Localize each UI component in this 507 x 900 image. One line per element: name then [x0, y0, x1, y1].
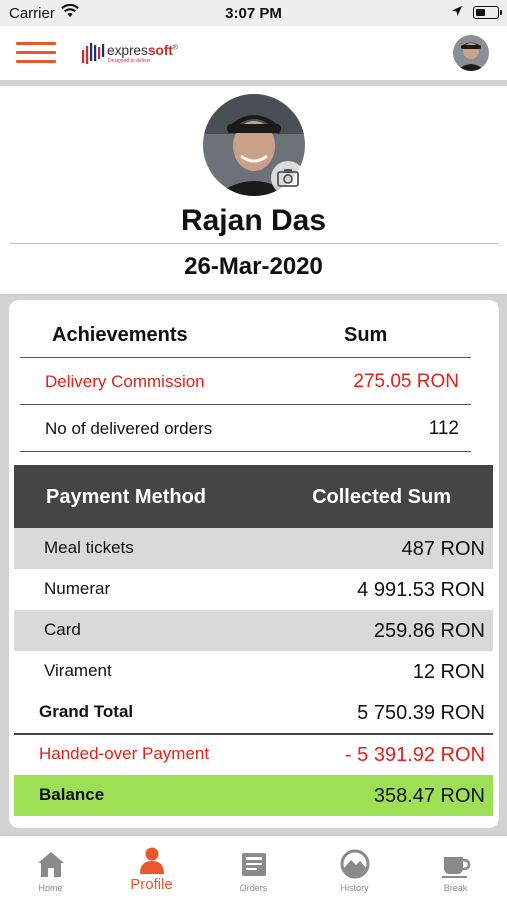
grand-total-row: Grand Total 5 750.39 RON	[14, 692, 493, 733]
payment-method-header: Payment Method Collected Sum	[14, 465, 493, 528]
bottom-tab-bar: Home Profile Orders History Break	[0, 835, 507, 900]
battery-level	[476, 9, 485, 16]
row-value: 259.86 RON	[373, 620, 485, 642]
tab-break[interactable]: Break	[405, 836, 506, 900]
grand-total-label: Grand Total	[39, 702, 134, 721]
battery-icon	[473, 6, 502, 19]
divider	[10, 243, 498, 244]
clock: 3:07 PM	[225, 5, 282, 22]
profile-date: 26-Mar-2020	[184, 253, 323, 280]
sum-column-header: Sum	[344, 324, 388, 346]
tab-label: Home	[38, 883, 63, 893]
balance-label: Balance	[39, 785, 105, 804]
table-row: Card 259.86 RON	[14, 610, 493, 651]
balance-value: 358.47 RON	[373, 785, 485, 807]
handed-over-value: - 5 391.92 RON	[344, 744, 485, 766]
logo-mark-icon	[82, 43, 105, 64]
handed-over-label: Handed-over Payment	[39, 744, 210, 763]
camera-icon[interactable]	[270, 160, 306, 196]
history-icon	[340, 849, 369, 879]
achievements-column-header: Achievements	[52, 324, 188, 346]
payment-method-column-header: Payment Method	[46, 486, 207, 508]
hamburger-icon[interactable]	[16, 40, 56, 64]
tab-label: History	[340, 883, 369, 893]
row-value: 487 RON	[401, 538, 485, 560]
profile-header: Rajan Das 26-Mar-2020	[0, 86, 507, 294]
row-value: 112	[428, 418, 459, 439]
tab-label: Profile	[130, 876, 173, 893]
grand-total-value: 5 750.39 RON	[357, 702, 485, 724]
balance-row: Balance 358.47 RON	[14, 775, 493, 816]
tab-orders[interactable]: Orders	[203, 836, 304, 900]
row-label: Delivery Commission	[45, 372, 205, 391]
tab-label: Orders	[239, 883, 268, 893]
coffee-cup-icon	[441, 857, 470, 878]
row-label: No of delivered orders	[45, 419, 213, 438]
table-row: Delivery Commission 275.05 RON	[20, 358, 471, 405]
profile-icon	[139, 847, 164, 874]
home-icon	[37, 852, 64, 877]
row-value: 4 991.53 RON	[357, 579, 485, 601]
table-row: No of delivered orders 112	[20, 405, 471, 452]
table-row: Numerar 4 991.53 RON	[14, 569, 493, 610]
orders-icon	[241, 853, 266, 876]
tab-label: Break	[443, 883, 468, 893]
stats-card: Achievements Sum Delivery Commission 275…	[9, 300, 499, 828]
expressoft-logo: expressoft® Designed to deliver.	[80, 39, 200, 69]
tab-profile[interactable]: Profile	[101, 836, 202, 900]
brand-tagline: Designed to deliver.	[108, 58, 152, 64]
table-row: Virament 12 RON	[14, 651, 493, 692]
row-value: 12 RON	[412, 661, 485, 683]
top-navigation-bar: expressoft® Designed to deliver.	[0, 26, 507, 80]
row-label: Card	[44, 620, 81, 639]
profile-name: Rajan Das	[180, 204, 327, 237]
table-row: Meal tickets 487 RON	[14, 528, 493, 569]
location-arrow-icon	[452, 6, 462, 16]
achievements-header: Achievements Sum	[20, 314, 471, 358]
tab-home[interactable]: Home	[0, 836, 101, 900]
user-avatar[interactable]	[453, 35, 489, 71]
status-bar: Carrier 3:07 PM	[0, 0, 507, 26]
tab-history[interactable]: History	[304, 836, 405, 900]
brand-name: expressoft®	[107, 42, 178, 58]
row-label: Numerar	[44, 579, 111, 598]
row-label: Virament	[44, 661, 112, 680]
handed-over-row: Handed-over Payment - 5 391.92 RON	[14, 734, 493, 775]
row-label: Meal tickets	[44, 538, 134, 557]
row-value: 275.05 RON	[353, 371, 459, 392]
collected-sum-column-header: Collected Sum	[312, 486, 451, 508]
